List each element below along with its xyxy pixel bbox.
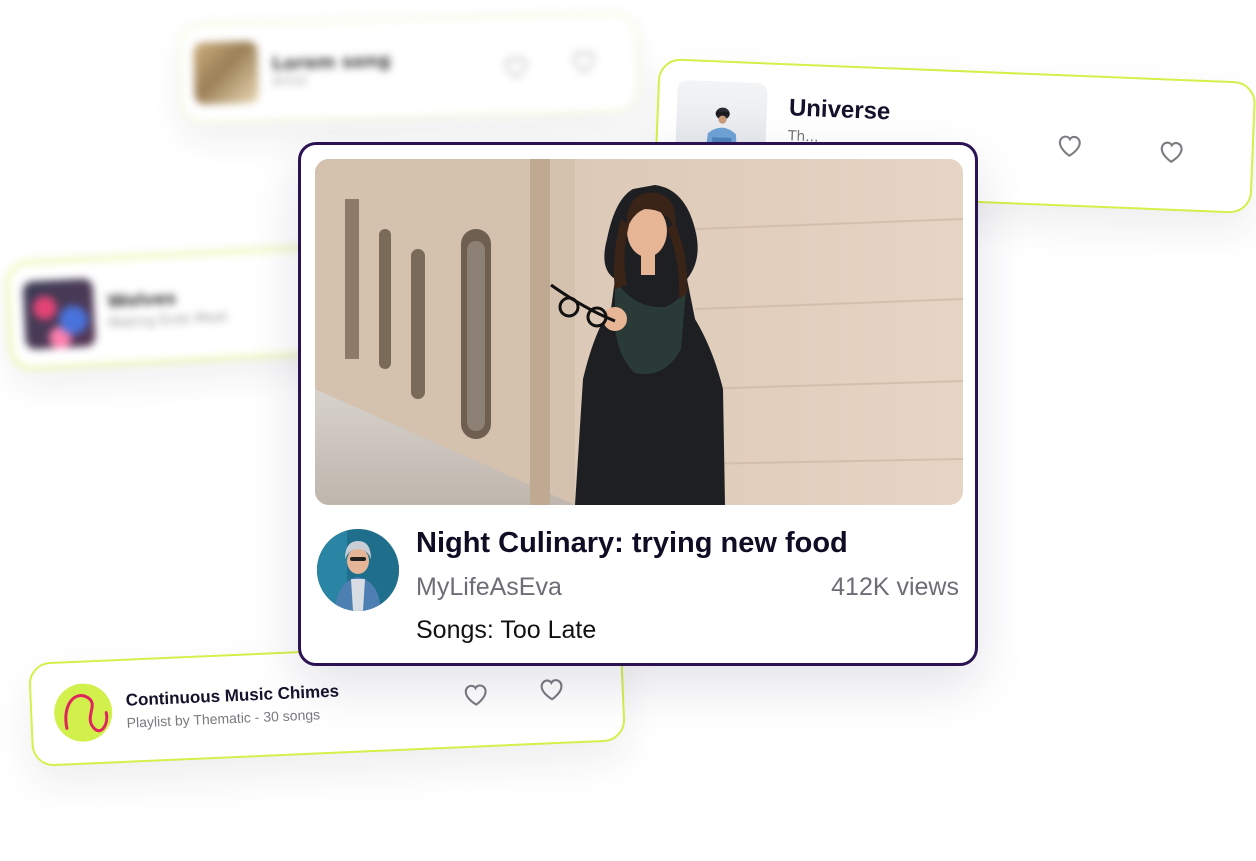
heart-icon[interactable] xyxy=(570,47,599,74)
song-name[interactable]: Too Late xyxy=(500,616,596,644)
heart-icon[interactable] xyxy=(1157,137,1186,164)
song-card-wolves[interactable]: Wolves Making Ends Meet xyxy=(5,245,341,371)
channel-avatar[interactable] xyxy=(317,529,399,611)
showcase-stage: Lorem song Artist Wolves Making Ends Mee… xyxy=(0,0,1256,861)
song-artist: Making Ends Meet xyxy=(108,309,228,331)
heart-icon[interactable] xyxy=(1055,131,1084,158)
songs-label: Songs: xyxy=(416,616,494,644)
video-thumbnail[interactable] xyxy=(315,159,963,505)
playlist-cover-icon xyxy=(52,682,114,743)
heart-icon[interactable] xyxy=(502,53,531,80)
channel-name[interactable]: MyLifeAsEva xyxy=(416,573,562,602)
video-card[interactable]: Night Culinary: trying new food MyLifeAs… xyxy=(298,142,978,666)
song-title: Wolves xyxy=(107,288,177,312)
song-artist: Artist xyxy=(272,73,308,90)
song-card-blurred-top[interactable]: Lorem song Artist xyxy=(178,12,640,124)
heart-icon[interactable] xyxy=(461,680,490,707)
song-title: Universe xyxy=(788,94,891,126)
song-cover-image xyxy=(22,278,96,350)
view-count: 412K views xyxy=(831,573,959,601)
songs-row: Songs: Too Late xyxy=(416,616,596,645)
video-title[interactable]: Night Culinary: trying new food xyxy=(416,527,848,560)
song-cover-image xyxy=(193,40,259,105)
song-title: Lorem song xyxy=(271,50,391,75)
heart-icon[interactable] xyxy=(537,675,566,702)
